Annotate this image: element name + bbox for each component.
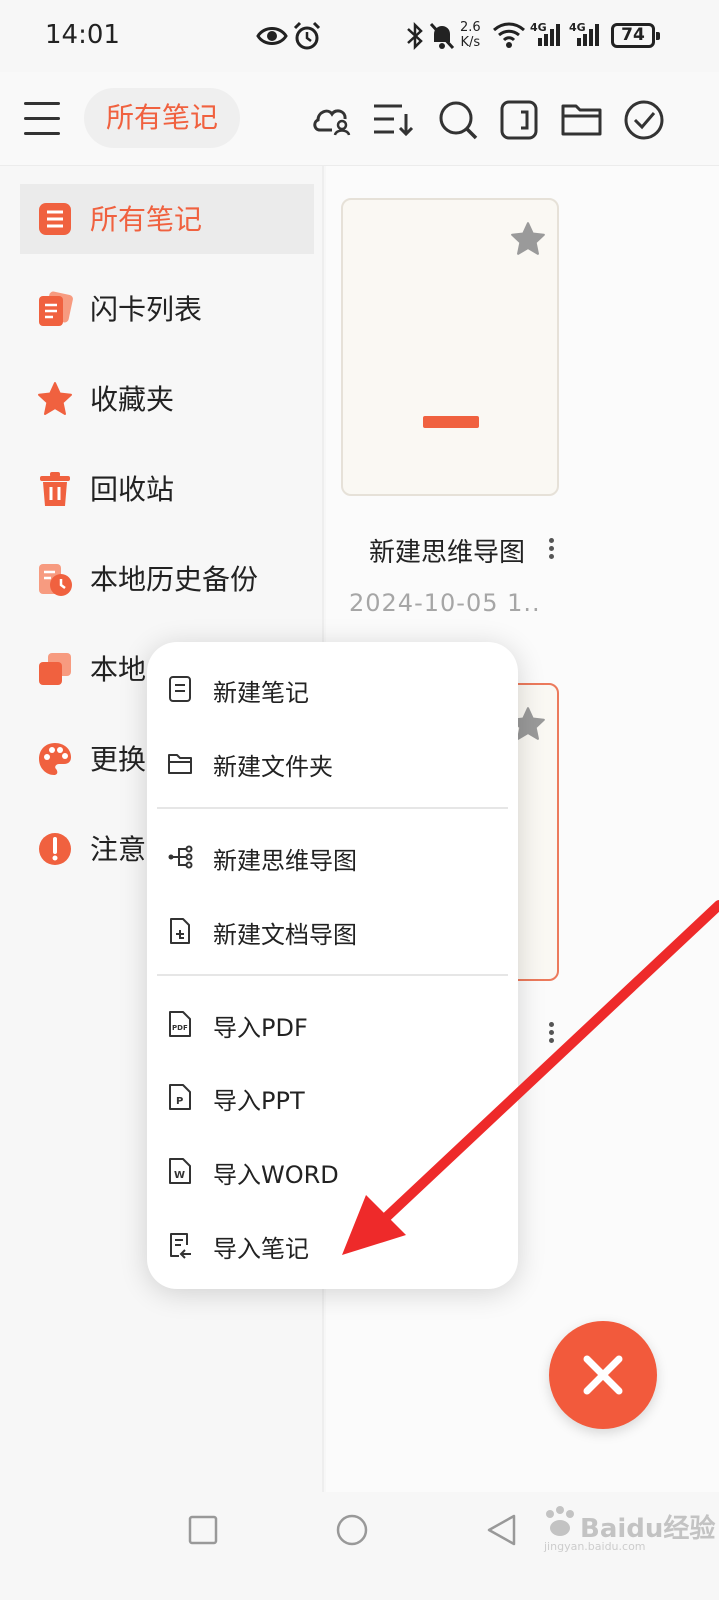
status-bar: 14:01 2.6 K/s 4G 4G 74 bbox=[0, 0, 719, 72]
list-icon bbox=[39, 203, 71, 235]
note-title: 新建思维导图 bbox=[369, 538, 526, 568]
sidebar-item-local-history[interactable]: 本地历史备份 bbox=[20, 544, 314, 614]
menu-item-label: 新建文档导图 bbox=[213, 921, 357, 949]
menu-item-import-note[interactable]: 导入笔记 bbox=[147, 1214, 518, 1276]
watermark-sub: jingyan.baidu.com bbox=[544, 1540, 646, 1553]
network-speed: 2.6 K/s bbox=[460, 20, 481, 50]
wifi-icon bbox=[493, 22, 525, 48]
sort-icon[interactable] bbox=[372, 98, 416, 142]
network-speed-value: 2.6 bbox=[460, 20, 481, 35]
sidebar-item-label: 本地 bbox=[90, 653, 147, 686]
check-circle-icon[interactable] bbox=[622, 98, 666, 142]
menu-item-label: 新建文件夹 bbox=[213, 753, 333, 781]
tablet-icon[interactable] bbox=[498, 98, 542, 142]
ppt-icon-text: P bbox=[176, 1096, 183, 1107]
create-menu: 新建笔记 新建文件夹 新建思维导图 新建文档导图 PDF 导入PDF P 导入P… bbox=[147, 642, 518, 1289]
signal-4g-icon: 4G bbox=[569, 21, 599, 46]
star-icon[interactable] bbox=[509, 220, 547, 258]
cloud-user-icon[interactable] bbox=[310, 98, 354, 142]
signal-4g-icon: 4G bbox=[530, 21, 560, 46]
sidebar-item-flashcards[interactable]: 闪卡列表 bbox=[20, 274, 314, 344]
import-note-icon bbox=[170, 1233, 191, 1259]
copy-icon bbox=[39, 653, 71, 685]
trash-icon bbox=[40, 472, 70, 506]
menu-divider bbox=[157, 974, 508, 976]
more-options-icon[interactable] bbox=[546, 1022, 556, 1048]
sidebar-item-label: 注意 bbox=[90, 833, 147, 866]
history-icon bbox=[39, 564, 72, 596]
word-file-icon: W bbox=[169, 1158, 191, 1184]
bluetooth-icon bbox=[407, 21, 423, 51]
sidebar-item-label: 更换 bbox=[90, 743, 147, 776]
recent-apps-icon[interactable] bbox=[185, 1512, 221, 1548]
sidebar-item-label: 本地历史备份 bbox=[90, 563, 259, 596]
signal-2-label: 4G bbox=[569, 21, 586, 34]
status-time: 14:01 bbox=[45, 20, 120, 50]
menu-item-label: 新建思维导图 bbox=[213, 847, 357, 875]
menu-item-label: 导入PPT bbox=[213, 1087, 305, 1115]
alarm-icon bbox=[293, 21, 321, 50]
menu-item-label: 导入PDF bbox=[213, 1014, 308, 1042]
palette-icon bbox=[39, 743, 71, 775]
sidebar-item-label: 闪卡列表 bbox=[90, 293, 203, 326]
close-icon bbox=[583, 1355, 623, 1395]
word-icon-text: W bbox=[174, 1170, 185, 1181]
note-card[interactable] bbox=[341, 198, 559, 496]
folder-icon bbox=[168, 754, 192, 774]
pdf-file-icon: PDF bbox=[169, 1011, 191, 1037]
page-title[interactable]: 所有笔记 bbox=[84, 88, 240, 148]
sidebar-item-all-notes[interactable]: 所有笔记 bbox=[20, 184, 314, 254]
mindmap-thumbnail-node bbox=[423, 416, 479, 428]
mute-bell-icon bbox=[429, 22, 455, 50]
note-date: 2024-10-05 1.. bbox=[349, 589, 541, 617]
menu-item-new-folder[interactable]: 新建文件夹 bbox=[147, 732, 518, 794]
pdf-icon-text: PDF bbox=[172, 1024, 188, 1032]
paw-icon bbox=[546, 1506, 574, 1536]
menu-item-label: 导入WORD bbox=[213, 1161, 339, 1189]
menu-item-new-note[interactable]: 新建笔记 bbox=[147, 658, 518, 720]
menu-item-label: 导入笔记 bbox=[213, 1235, 309, 1263]
more-options-icon[interactable] bbox=[546, 538, 556, 564]
star-icon bbox=[38, 382, 72, 415]
note-icon bbox=[169, 676, 191, 702]
close-fab-button[interactable] bbox=[549, 1321, 657, 1429]
doc-map-icon bbox=[170, 918, 190, 944]
baidu-watermark: Baidu经验 jingyan.baidu.com bbox=[540, 1500, 715, 1560]
sidebar-item-label: 回收站 bbox=[90, 473, 175, 506]
mindmap-icon bbox=[168, 845, 193, 869]
menu-item-new-mindmap[interactable]: 新建思维导图 bbox=[147, 826, 518, 888]
sidebar-item-favorites[interactable]: 收藏夹 bbox=[20, 364, 314, 434]
eye-icon bbox=[256, 27, 288, 45]
network-speed-unit: K/s bbox=[460, 35, 481, 50]
menu-item-label: 新建笔记 bbox=[213, 679, 309, 707]
search-icon[interactable] bbox=[436, 98, 480, 142]
menu-item-import-ppt[interactable]: P 导入PPT bbox=[147, 1066, 518, 1128]
sidebar-item-label: 收藏夹 bbox=[90, 383, 175, 416]
flashcards-icon bbox=[39, 291, 73, 326]
menu-item-import-word[interactable]: W 导入WORD bbox=[147, 1140, 518, 1202]
back-icon[interactable] bbox=[484, 1512, 520, 1548]
menu-icon[interactable] bbox=[24, 100, 60, 136]
sidebar-item-trash[interactable]: 回收站 bbox=[20, 454, 314, 524]
menu-divider bbox=[157, 807, 508, 809]
signal-1-label: 4G bbox=[530, 21, 547, 34]
folder-icon[interactable] bbox=[560, 98, 604, 142]
alert-icon bbox=[39, 833, 71, 865]
sidebar-item-label: 所有笔记 bbox=[90, 203, 203, 236]
ppt-file-icon: P bbox=[169, 1084, 191, 1110]
home-icon[interactable] bbox=[334, 1512, 370, 1548]
menu-item-import-pdf[interactable]: PDF 导入PDF bbox=[147, 993, 518, 1055]
battery-indicator: 74 bbox=[611, 23, 660, 48]
menu-item-new-doc-map[interactable]: 新建文档导图 bbox=[147, 900, 518, 962]
